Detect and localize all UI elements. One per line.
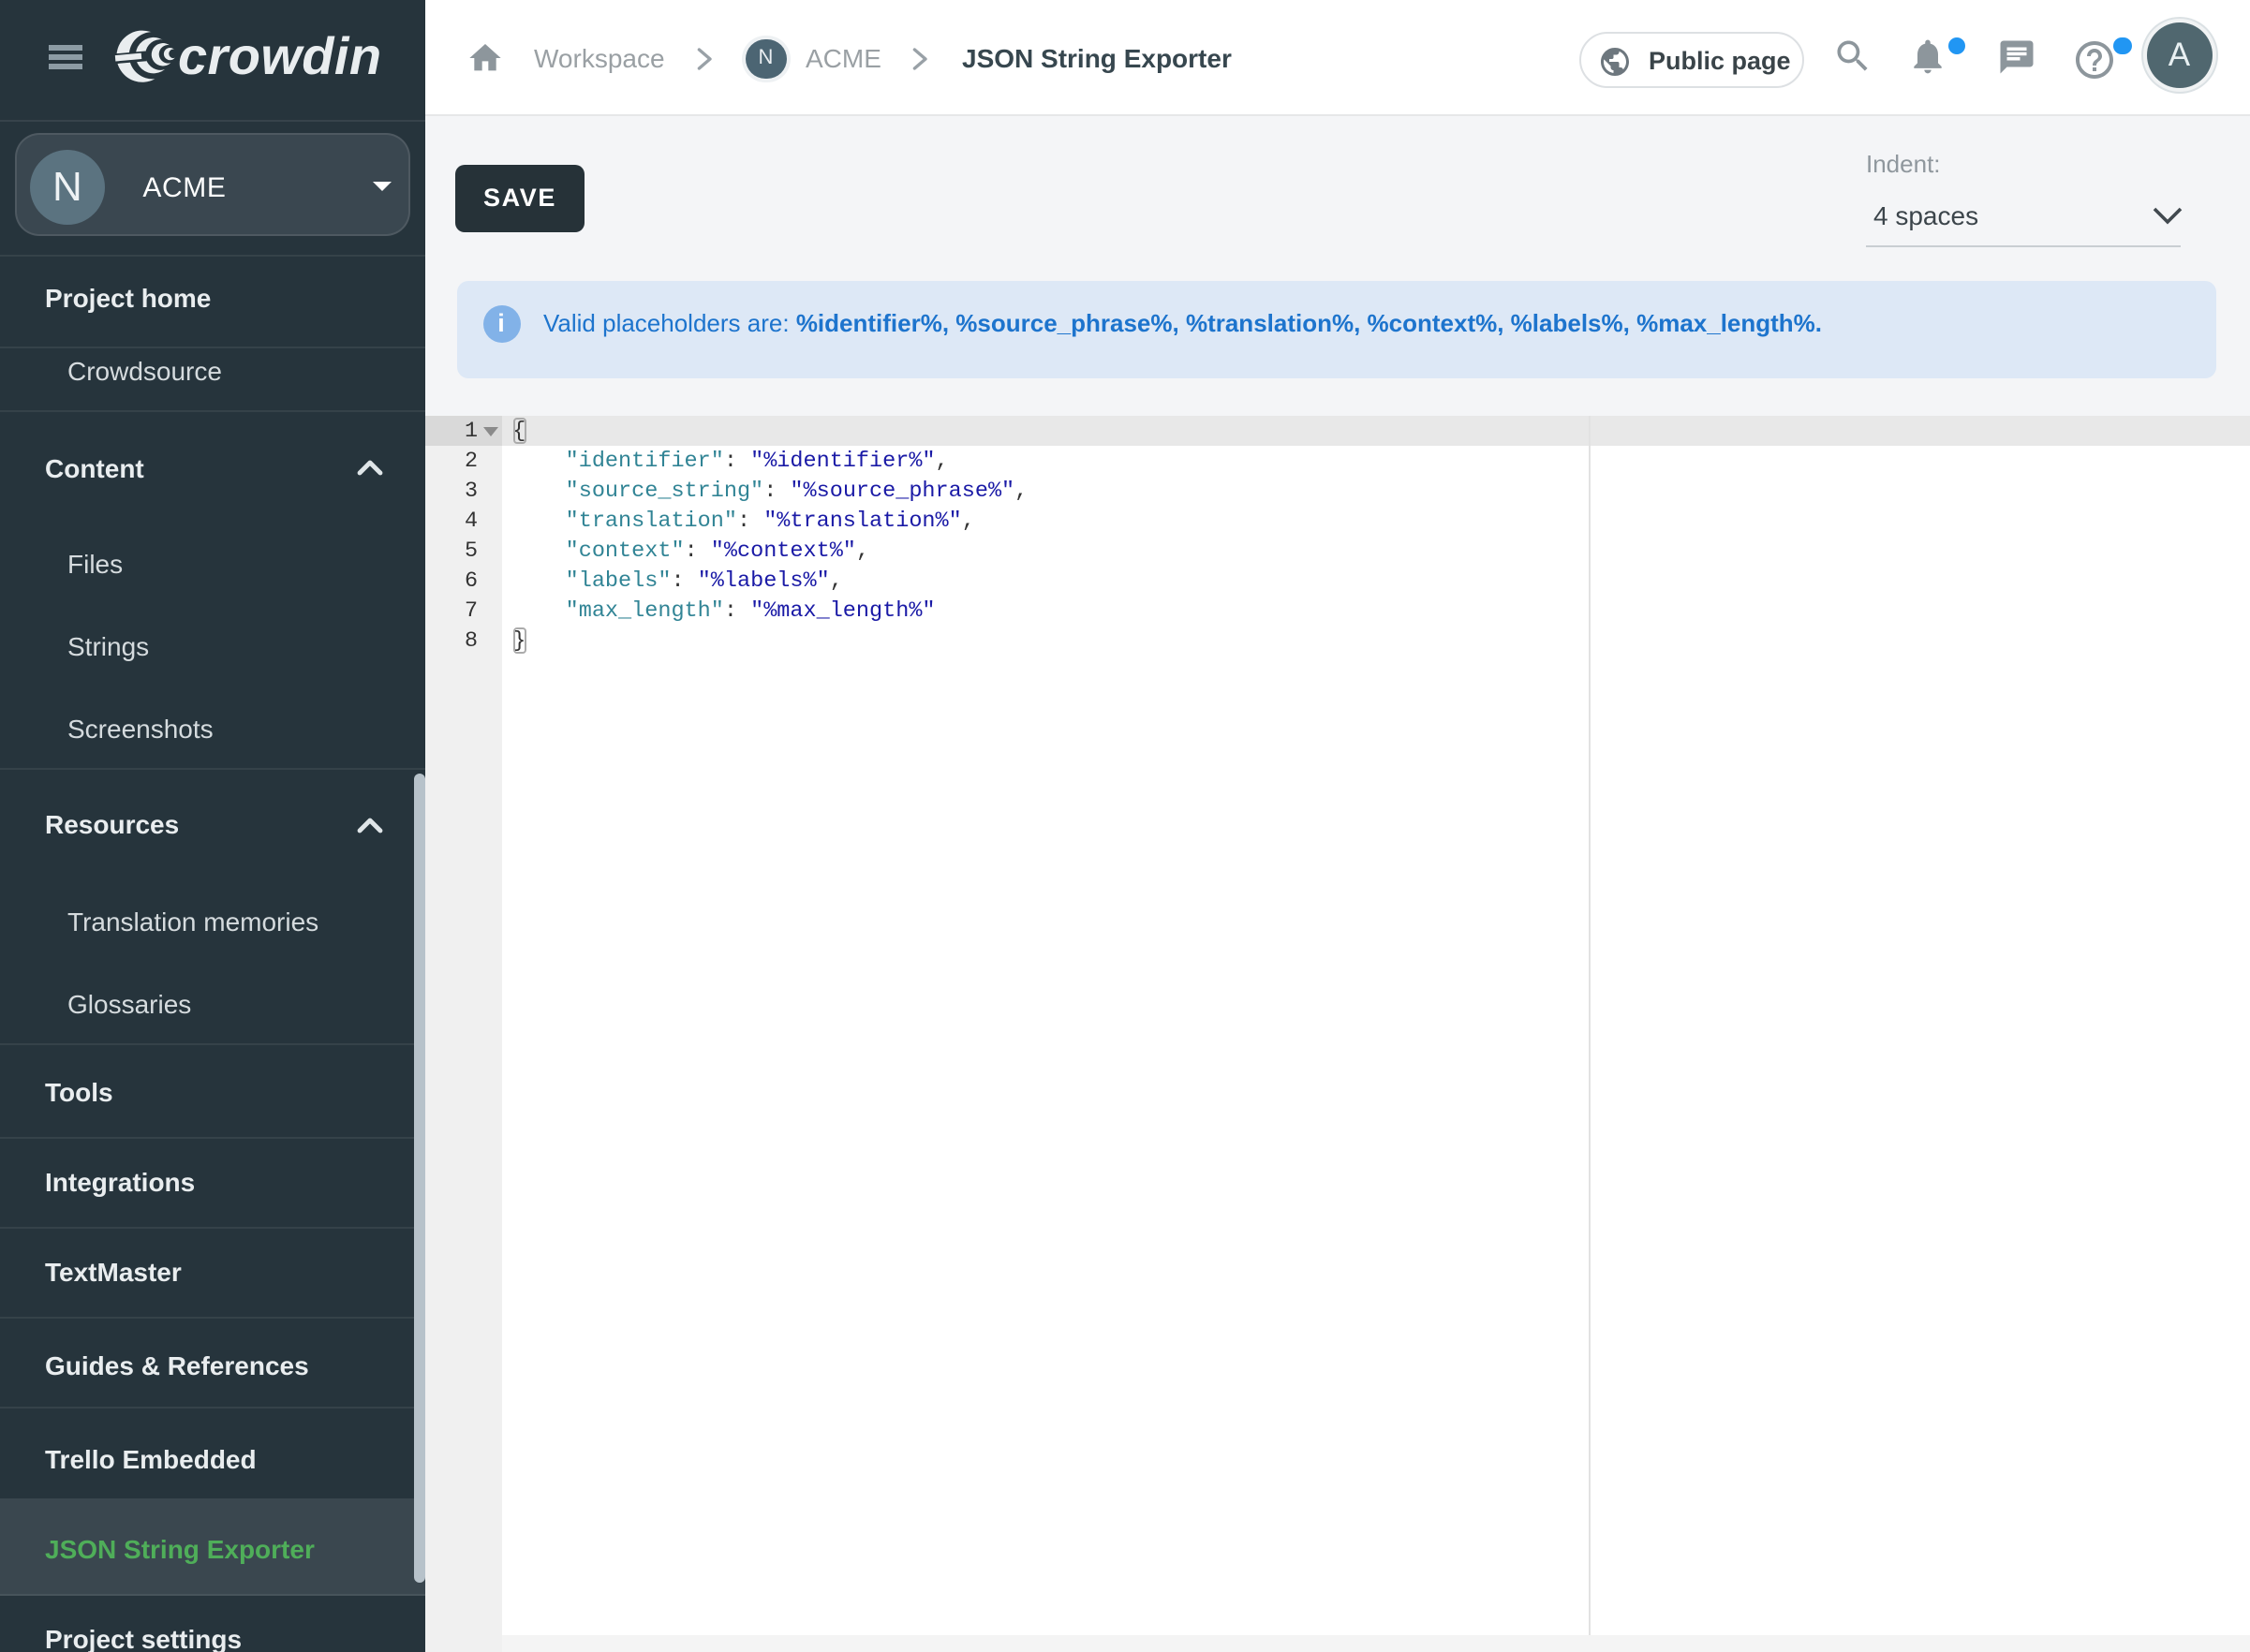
svg-text:crowdin: crowdin <box>178 28 381 84</box>
